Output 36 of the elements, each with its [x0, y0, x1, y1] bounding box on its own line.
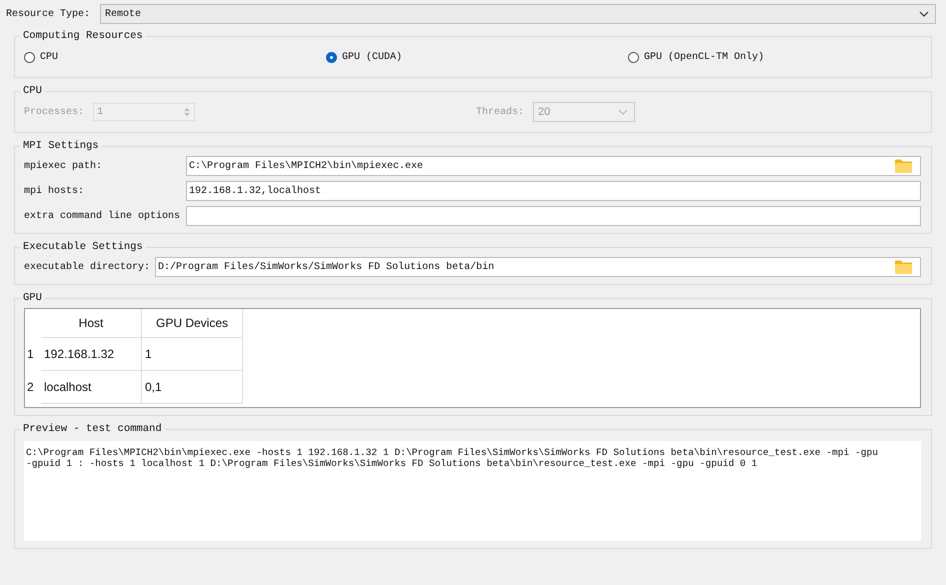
row-number: 1 — [25, 338, 41, 370]
group-title: GPU — [22, 292, 43, 304]
command-text: C:\Program Files\MPICH2\bin\mpiexec.exe -hosts 1 192.168.1.32 1 D:\Program Files\SimWorks\SimWorks FD Solutions beta\bin\resource_test.exe -mpi -gpu — [26, 447, 880, 458]
chevron-down-icon — [618, 109, 628, 115]
column-header[interactable]: Host — [41, 309, 142, 338]
input-field[interactable]: D:/Program Files/SimWorks/SimWorks FD Solutions beta/bin — [155, 257, 921, 277]
input-field[interactable]: 192.168.1.32,localhost — [186, 181, 921, 201]
radio-option[interactable]: GPU (OpenCL-TM Only) — [628, 52, 921, 62]
field-label: mpi hosts: — [24, 186, 86, 196]
group-title: Executable Settings — [22, 241, 144, 253]
group-title: Computing Resources — [22, 30, 144, 42]
folder-icon[interactable] — [895, 159, 912, 173]
radio-option[interactable]: CPU — [24, 52, 326, 62]
radio-option[interactable]: GPU (CUDA) — [326, 52, 628, 62]
input-field[interactable]: C:\Program Files\MPICH2\bin\mpiexec.exe — [186, 156, 921, 176]
command-text: -gpuid 1 : -hosts 1 localhost 1 D:\Program Files\SimWorks\SimWorks FD Solutions beta\bin\resource_test.exe -mpi -gpu -gpuid 0 1 — [26, 458, 758, 469]
column-header[interactable]: GPU Devices — [142, 309, 242, 338]
table-cell[interactable]: 192.168.1.32 — [41, 338, 142, 370]
table-cell[interactable]: 1 — [142, 338, 242, 370]
input-field[interactable] — [186, 206, 921, 226]
field-label: extra command line options — [24, 210, 181, 222]
field-label: executable directory: — [24, 262, 150, 272]
field-label: Threads: — [476, 106, 524, 118]
field-label: mpiexec path: — [24, 160, 104, 172]
group-title: Preview - test command — [22, 423, 163, 435]
field-label: Resource Type: — [6, 8, 90, 20]
resource-type-dropdown[interactable]: Remote — [100, 4, 936, 24]
spin-arrows-icon — [183, 106, 192, 118]
row-number: 2 — [25, 370, 41, 404]
chevron-down-icon — [919, 11, 929, 17]
field-label: Processes: — [24, 106, 84, 118]
group-title: CPU — [22, 85, 43, 97]
group-title: MPI Settings — [22, 140, 100, 152]
table-cell[interactable]: 0,1 — [142, 370, 242, 404]
table-cell[interactable]: localhost — [41, 370, 142, 404]
folder-icon[interactable] — [895, 260, 912, 274]
